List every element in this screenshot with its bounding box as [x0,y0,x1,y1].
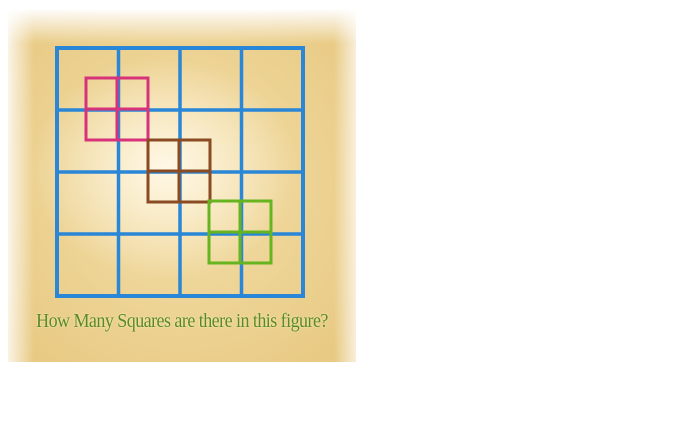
pink-highlight-square [84,76,150,142]
brown-highlight-square [146,138,212,204]
grid-figure [55,46,305,298]
green-highlight-square [207,199,273,265]
question-text: How Many Squares are there in this figur… [36,310,328,332]
puzzle-card: How Many Squares are there in this figur… [8,10,356,362]
